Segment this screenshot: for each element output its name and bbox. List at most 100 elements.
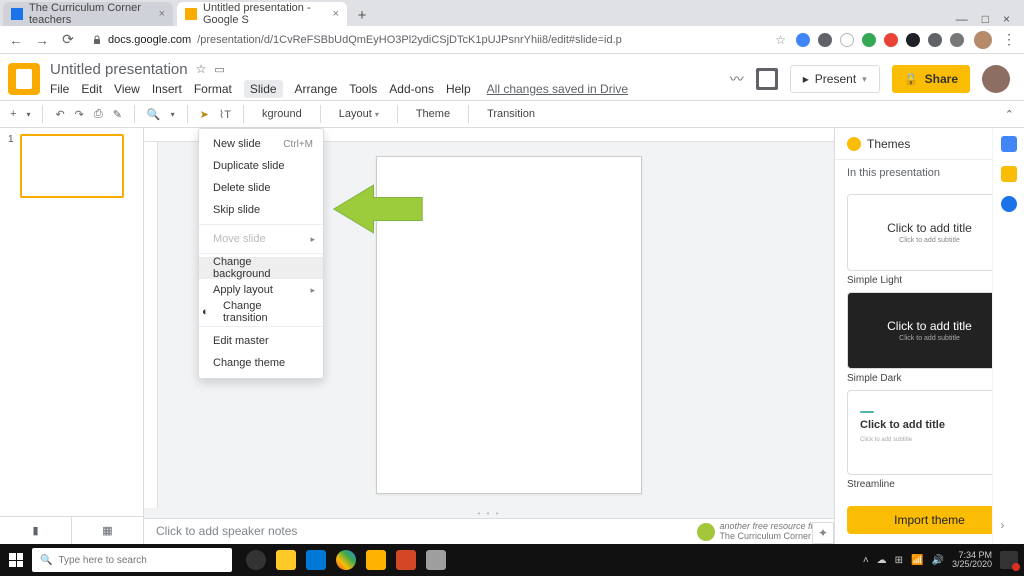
tray-chevron-icon[interactable]: ˄ bbox=[863, 555, 869, 566]
ext-icon[interactable] bbox=[796, 33, 810, 47]
themes-icon bbox=[847, 137, 861, 151]
app-icon[interactable] bbox=[426, 550, 446, 570]
saved-status[interactable]: All changes saved in Drive bbox=[487, 82, 628, 96]
resize-handle[interactable]: • • • bbox=[144, 508, 834, 518]
menu-change-theme[interactable]: Change theme bbox=[199, 352, 323, 374]
file-explorer-icon[interactable] bbox=[276, 550, 296, 570]
notifications-icon[interactable] bbox=[1000, 551, 1018, 569]
grid-view-button[interactable]: ▦ bbox=[72, 517, 143, 544]
menu-insert[interactable]: Insert bbox=[152, 82, 182, 96]
ext-icon[interactable] bbox=[906, 33, 920, 47]
print-button[interactable]: ⎙ bbox=[94, 108, 103, 121]
powerpoint-icon[interactable] bbox=[396, 550, 416, 570]
present-button[interactable]: ▸ Present ▾ bbox=[790, 65, 880, 93]
maximize-icon[interactable]: □ bbox=[982, 12, 989, 26]
minimize-icon[interactable]: — bbox=[956, 12, 968, 26]
zoom-button[interactable]: 🔍 bbox=[147, 108, 161, 121]
browser-tab-2[interactable]: Untitled presentation - Google S × bbox=[177, 2, 347, 26]
select-tool[interactable]: ➤ bbox=[200, 108, 209, 121]
browser-tab-1[interactable]: The Curriculum Corner teachers × bbox=[3, 2, 173, 26]
transition-button[interactable]: Transition bbox=[481, 108, 541, 120]
chevron-down-icon[interactable]: ▾ bbox=[26, 110, 30, 119]
start-button[interactable] bbox=[0, 544, 32, 576]
bookmark-star-icon[interactable]: ☆ bbox=[775, 33, 786, 47]
chevron-down-icon[interactable]: ▾ bbox=[171, 110, 175, 119]
ext-icon[interactable] bbox=[928, 33, 942, 47]
layout-button[interactable]: Layout ▾ bbox=[333, 108, 385, 120]
theme-card-light[interactable]: Click to add title Click to add subtitle bbox=[847, 194, 1012, 271]
menu-file[interactable]: File bbox=[50, 82, 69, 96]
menu-addons[interactable]: Add-ons bbox=[389, 82, 434, 96]
theme-card-dark[interactable]: Click to add title Click to add subtitle bbox=[847, 292, 1012, 369]
paint-format-button[interactable]: ✎ bbox=[113, 108, 122, 121]
ext-icon[interactable] bbox=[884, 33, 898, 47]
star-icon[interactable]: ☆ bbox=[196, 62, 207, 76]
menu-delete-slide[interactable]: Delete slide bbox=[199, 177, 323, 199]
edge-icon[interactable] bbox=[306, 550, 326, 570]
wifi-icon[interactable]: 📶 bbox=[911, 555, 923, 566]
move-folder-icon[interactable]: ▭ bbox=[214, 63, 224, 76]
menu-tools[interactable]: Tools bbox=[349, 82, 377, 96]
dropbox-icon[interactable]: ⊞ bbox=[895, 555, 903, 566]
ext-icon[interactable] bbox=[862, 33, 876, 47]
theme-card-streamline[interactable]: Click to add title Click to add subtitle bbox=[847, 390, 1012, 475]
taskbar-search[interactable]: 🔍 Type here to search bbox=[32, 548, 232, 572]
close-window-icon[interactable]: × bbox=[1003, 12, 1010, 26]
forward-button[interactable]: → bbox=[34, 32, 50, 48]
close-icon[interactable]: × bbox=[159, 8, 165, 20]
menu-change-transition[interactable]: ◐ Change transition bbox=[199, 301, 323, 323]
taskbar-clock[interactable]: 7:34 PM3/25/2020 bbox=[952, 551, 992, 569]
menu-view[interactable]: View bbox=[114, 82, 140, 96]
menu-slide[interactable]: Slide bbox=[244, 80, 283, 98]
speaker-notes[interactable]: Click to add speaker notes another free … bbox=[144, 518, 834, 544]
slides-logo-icon[interactable] bbox=[8, 63, 40, 95]
menu-edit[interactable]: Edit bbox=[81, 82, 102, 96]
background-button[interactable]: kground bbox=[256, 108, 308, 120]
onedrive-icon[interactable]: ☁ bbox=[877, 555, 887, 566]
slide-thumbnail[interactable] bbox=[20, 134, 124, 198]
cortana-icon[interactable] bbox=[246, 550, 266, 570]
menu-help[interactable]: Help bbox=[446, 82, 471, 96]
ext-icon[interactable] bbox=[818, 33, 832, 47]
menu-apply-layout[interactable]: Apply layout bbox=[199, 279, 323, 301]
close-icon[interactable]: × bbox=[333, 8, 339, 20]
tasks-icon[interactable] bbox=[1001, 196, 1017, 212]
activity-icon[interactable]: 〰 bbox=[730, 69, 744, 89]
back-button[interactable]: ← bbox=[8, 32, 24, 48]
menu-new-slide[interactable]: New slideCtrl+M bbox=[199, 133, 323, 155]
keep-icon[interactable] bbox=[1001, 166, 1017, 182]
reload-button[interactable]: ⟳ bbox=[60, 31, 76, 48]
play-icon: ▸ bbox=[803, 72, 809, 86]
new-slide-button[interactable]: + bbox=[10, 108, 16, 120]
ext-icon[interactable] bbox=[950, 33, 964, 47]
undo-button[interactable]: ↶ bbox=[55, 108, 64, 121]
collapse-side-icon[interactable]: › bbox=[1001, 518, 1017, 534]
ext-icon[interactable] bbox=[840, 33, 854, 47]
menu-arrange[interactable]: Arrange bbox=[295, 82, 338, 96]
url-field[interactable]: docs.google.com/presentation/d/1CvReFSBb… bbox=[86, 34, 765, 46]
profile-avatar[interactable] bbox=[974, 31, 992, 49]
calendar-icon[interactable] bbox=[1001, 136, 1017, 152]
volume-icon[interactable]: 🔊 bbox=[932, 555, 944, 566]
menu-change-background[interactable]: Change background bbox=[199, 257, 323, 279]
menu-edit-master[interactable]: Edit master bbox=[199, 330, 323, 352]
collapse-toolbar-icon[interactable]: ⌃ bbox=[1005, 108, 1014, 121]
doc-title[interactable]: Untitled presentation bbox=[50, 61, 188, 78]
comments-icon[interactable] bbox=[756, 68, 778, 90]
import-theme-button[interactable]: Import theme bbox=[847, 506, 1012, 534]
menu-skip-slide[interactable]: Skip slide bbox=[199, 199, 323, 221]
textbox-tool[interactable]: ⌇T bbox=[219, 108, 231, 121]
menu-duplicate-slide[interactable]: Duplicate slide bbox=[199, 155, 323, 177]
explore-button[interactable]: ✦ bbox=[812, 522, 834, 544]
share-button[interactable]: 🔒 Share bbox=[892, 65, 970, 93]
account-avatar[interactable] bbox=[982, 65, 1010, 93]
app-icon[interactable] bbox=[366, 550, 386, 570]
chrome-icon[interactable] bbox=[336, 550, 356, 570]
redo-button[interactable]: ↷ bbox=[75, 108, 84, 121]
new-tab-button[interactable]: + bbox=[351, 4, 373, 26]
chevron-down-icon[interactable]: ▾ bbox=[862, 74, 867, 85]
filmstrip-view-button[interactable]: ▮ bbox=[0, 517, 72, 544]
menu-format[interactable]: Format bbox=[194, 82, 232, 96]
theme-button[interactable]: Theme bbox=[410, 108, 456, 120]
kebab-menu-icon[interactable]: ⋮ bbox=[1002, 31, 1016, 48]
